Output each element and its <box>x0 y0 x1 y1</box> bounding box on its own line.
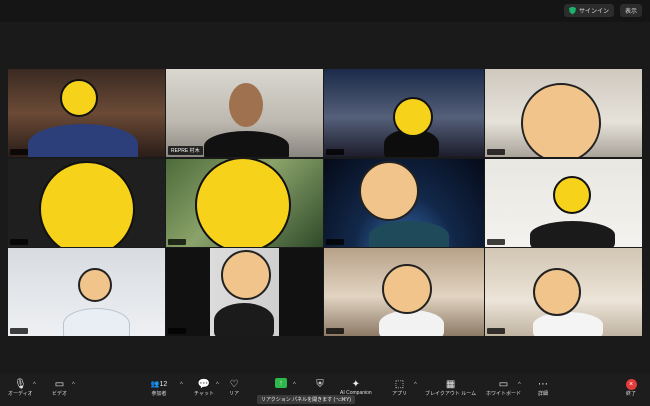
smiley-face-icon <box>195 159 291 247</box>
participant-body <box>379 310 444 336</box>
apps-icon: ⬚ <box>394 378 405 390</box>
video-tile[interactable] <box>324 159 484 247</box>
end-meeting-button[interactable]: × 終了 <box>624 378 638 397</box>
video-tile[interactable] <box>324 69 484 157</box>
participants-button[interactable]: 👥 12 参加者 <box>148 378 170 398</box>
laughing-face-icon <box>521 83 601 157</box>
name-label: REPRE 村木 <box>168 146 203 155</box>
whiteboard-label: ホワイトボード <box>486 391 522 397</box>
chat-bubble-icon: 💬 <box>197 378 211 390</box>
video-tile[interactable] <box>485 248 642 336</box>
name-label <box>168 239 186 245</box>
smiley-face-icon <box>393 97 433 137</box>
laughing-face-icon <box>78 268 112 302</box>
name-label <box>326 149 344 155</box>
participants-count: 12 <box>159 380 168 388</box>
end-label: 終了 <box>625 391 636 397</box>
video-tile[interactable] <box>8 69 165 157</box>
participant-body <box>63 308 130 336</box>
video-tile[interactable] <box>485 159 642 247</box>
participants-icon: 👥 12 <box>150 380 168 389</box>
name-label <box>326 239 344 245</box>
name-label <box>10 328 28 334</box>
name-label <box>487 239 505 245</box>
share-screen-button[interactable]: ↑ <box>275 378 287 388</box>
name-label <box>326 328 344 334</box>
participant-body <box>369 221 449 247</box>
participants-options-caret-icon[interactable]: ^ <box>180 382 183 388</box>
participant-body <box>533 312 603 336</box>
chat-button[interactable]: 💬 チャット <box>194 378 214 398</box>
video-tile[interactable] <box>324 248 484 336</box>
participant-body <box>204 131 289 157</box>
end-icon: × <box>624 378 638 390</box>
ai-companion-button[interactable]: ✦ AI Companion <box>340 378 372 397</box>
share-screen-icon: ↑ <box>275 378 287 388</box>
reactions-tooltip: リアクション パネルを開きます (⌥⌘Y) <box>257 395 355 404</box>
name-label <box>487 149 505 155</box>
microphone-icon: 🎙 <box>13 378 27 390</box>
signin-button[interactable]: サインイン <box>563 4 614 17</box>
shield-icon <box>568 6 576 15</box>
laughing-face-icon <box>221 250 271 300</box>
laughing-face-icon <box>533 268 581 316</box>
video-tile-active-speaker[interactable]: REPRE 村木 <box>166 69 323 157</box>
video-tile[interactable] <box>8 159 165 247</box>
top-bar: サインイン 表示 <box>0 0 650 22</box>
laughing-face-icon <box>382 264 432 314</box>
name-label <box>168 328 186 334</box>
reactions-button[interactable]: ♡ リア <box>227 378 241 398</box>
video-camera-icon: ▭ <box>54 378 65 390</box>
security-shield-icon: ⛨ <box>316 378 324 390</box>
reactions-label: リア <box>228 391 239 397</box>
audio-options-caret-icon[interactable]: ^ <box>33 382 36 388</box>
participant-body <box>28 124 138 157</box>
grid-icon: ▦ <box>445 378 456 390</box>
whiteboard-options-caret-icon[interactable]: ^ <box>518 382 521 388</box>
breakout-rooms-button[interactable]: ▦ ブレイクアウト ルーム <box>425 378 477 398</box>
more-button[interactable]: ⋯ 詳細 <box>536 378 550 398</box>
video-button[interactable]: ▭ ビデオ <box>52 378 68 398</box>
chat-label: チャット <box>194 391 214 397</box>
smiley-face-icon <box>60 79 98 117</box>
more-dots-icon: ⋯ <box>538 378 548 390</box>
signin-label: サインイン <box>578 9 609 15</box>
laughing-face-icon <box>359 161 419 221</box>
name-label <box>10 239 28 245</box>
audio-label: オーディオ <box>8 391 33 397</box>
sparkle-icon: ✦ <box>351 378 361 390</box>
participants-label: 参加者 <box>151 391 167 397</box>
apps-button[interactable]: ⬚ アプリ <box>392 378 408 398</box>
heart-icon: ♡ <box>229 378 239 390</box>
breakout-label: ブレイクアウト ルーム <box>425 391 477 397</box>
video-tile[interactable] <box>166 248 323 336</box>
audio-button[interactable]: 🎙 オーディオ <box>8 378 33 398</box>
name-label <box>487 328 505 334</box>
top-right-controls: サインイン 表示 <box>563 4 642 17</box>
whiteboard-icon: ▭ <box>498 378 509 390</box>
participant-body <box>530 221 615 247</box>
smiley-face-icon <box>39 161 135 247</box>
participant-body <box>214 303 274 336</box>
participant-head <box>229 83 263 127</box>
chat-options-caret-icon[interactable]: ^ <box>216 382 219 388</box>
video-tile[interactable] <box>485 69 642 157</box>
whiteboard-button[interactable]: ▭ ホワイトボード <box>486 378 522 398</box>
view-button[interactable]: 表示 <box>619 4 642 17</box>
video-tile[interactable] <box>8 248 165 336</box>
video-options-caret-icon[interactable]: ^ <box>72 382 75 388</box>
video-tile[interactable] <box>166 159 323 247</box>
security-button[interactable]: ⛨ <box>313 378 327 390</box>
apps-options-caret-icon[interactable]: ^ <box>414 382 417 388</box>
name-label <box>10 149 28 155</box>
video-label: ビデオ <box>52 391 68 397</box>
more-label: 詳細 <box>537 391 548 397</box>
apps-label: アプリ <box>392 391 408 397</box>
share-options-caret-icon[interactable]: ^ <box>293 382 296 388</box>
smiley-face-icon <box>553 176 591 214</box>
view-label: 表示 <box>624 9 637 15</box>
